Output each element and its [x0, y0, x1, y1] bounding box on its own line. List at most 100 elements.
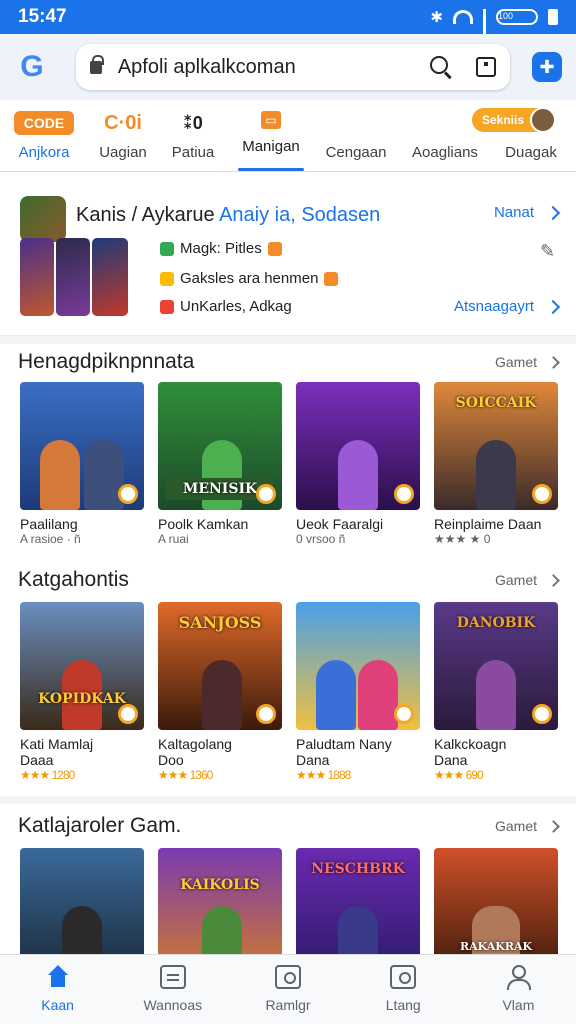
game-card[interactable]: Paludtam Nany Dana ★★★ 1888: [296, 602, 420, 783]
nav-item-4[interactable]: Ltang: [346, 955, 461, 1024]
pin-icon[interactable]: ✎: [540, 242, 558, 260]
tab-label: Aoaglians: [412, 144, 478, 161]
character-figure: [202, 660, 242, 730]
game-thumbnail: SOICCAIK: [434, 382, 558, 510]
game-thumbnail: NESCHBRK: [296, 848, 420, 954]
bluetooth-icon: ✱: [430, 9, 443, 26]
puzzle-icon[interactable]: ✚: [532, 52, 562, 82]
profile-chip-label: Sekniis: [481, 113, 524, 127]
game-name-line2: Dana: [296, 752, 330, 768]
game-section-2: Katgahontis Gamet KOPIDKAK Kati Mamlaj D…: [0, 562, 576, 794]
game-thumbnail: SANJOSS: [158, 602, 282, 730]
featured-title: Kanis / Aykarue Anaiy ia, Sodasen: [76, 204, 380, 227]
game-banner: SOICCAIK: [455, 395, 537, 411]
nav-item-3[interactable]: Ramlgr: [230, 955, 345, 1024]
featured-card[interactable]: Kanis / Aykarue Anaiy ia, Sodasen Magk: …: [0, 182, 576, 336]
featured-next-link[interactable]: Nanat: [494, 204, 561, 221]
game-meta: 0 vrsoo ñ: [296, 532, 346, 546]
url-text[interactable]: Apfoli aplkalkcoman: [118, 56, 430, 79]
section-more-link[interactable]: Gamet: [494, 572, 560, 588]
game-thumbnail: DANOBIK: [434, 602, 558, 730]
featured-title-accent: Anaiy ia, Sodasen: [219, 204, 381, 226]
game-card[interactable]: Paalilang A rasioe · ñ: [20, 382, 144, 547]
tab-category-4[interactable]: ▭ Manigan: [240, 100, 302, 172]
tab-label: Manigan: [242, 138, 300, 155]
game-name: Paludtam Nany: [296, 736, 392, 752]
featured-detail-2: Gaksles ara henmen: [160, 270, 339, 287]
game-card[interactable]: DANOBIK Kalkckoagn Dana ★★★ 690: [434, 602, 558, 783]
game-thumbnail: KAIKOLIS: [158, 848, 282, 954]
google-logo-icon[interactable]: G: [14, 49, 50, 85]
game-thumbnail: KOPIDKAK: [20, 602, 144, 730]
section-more-label: Gamet: [494, 572, 537, 588]
signal-icon: [483, 9, 486, 52]
chevron-right-icon: [545, 205, 561, 220]
featured-detail-text: Magk: Pitles: [180, 240, 262, 257]
coin-icon: [118, 704, 138, 724]
game-thumbnail: [20, 848, 144, 954]
tab-category-3[interactable]: ⁑0 Patiua: [168, 100, 218, 172]
featured-detail-3: UnKarles, Adkag: [160, 298, 292, 315]
tab-category-5[interactable]: Cengaan: [325, 100, 387, 172]
game-card[interactable]: Ueok Faaralgi 0 vrsoo ñ: [296, 382, 420, 547]
game-rating: ★★★ 690: [434, 768, 558, 783]
section-more-label: Gamet: [494, 354, 537, 370]
chevron-right-icon: [547, 819, 560, 833]
nav-label: Kaan: [41, 997, 74, 1013]
tab-category-2[interactable]: C·0i Uagian: [96, 100, 150, 172]
coin-icon: [118, 484, 138, 504]
section-more-link[interactable]: Gamet: [494, 354, 560, 370]
game-thumbnail: [296, 602, 420, 730]
featured-more-link[interactable]: Atsnaagayrt: [454, 298, 561, 315]
check-icon: [160, 241, 174, 256]
avatar: [530, 107, 556, 133]
game-card[interactable]: KAIKOLIS: [158, 848, 282, 954]
nav-item-5[interactable]: Vlam: [461, 955, 576, 1024]
game-card[interactable]: NESCHBRK: [296, 848, 420, 954]
section-title: Henagdpiknpnnata: [18, 350, 195, 373]
tab-category-6[interactable]: Aoaglians: [412, 100, 478, 172]
section-more-link[interactable]: Gamet: [494, 818, 560, 834]
tab-label: Anjkora: [18, 144, 70, 161]
divider: [0, 796, 576, 804]
game-name: Poolk Kamkan: [158, 516, 249, 532]
character-figure: [476, 660, 516, 730]
section-title: Katgahontis: [18, 568, 129, 591]
bottom-navigation: Kaan Wannoas Ramlgr Ltang Vlam: [0, 954, 576, 1024]
game-rating: ★★★ 1888: [296, 768, 420, 783]
rating-stars: ★★★ 1888: [296, 768, 351, 782]
character-figure: [358, 660, 398, 730]
section-title: Katlajaroler Gam.: [18, 814, 182, 837]
game-banner: NESCHBRK: [311, 861, 405, 877]
bag-icon: [390, 965, 417, 989]
tag-icon: [267, 241, 282, 256]
game-rating: ★★★ 1360: [158, 768, 282, 783]
game-card[interactable]: MENISIK Poolk Kamkan A ruai: [158, 382, 282, 547]
game-card[interactable]: [20, 848, 144, 954]
divider: [0, 336, 576, 344]
game-banner: RAKAKRAK: [459, 940, 533, 953]
nav-label: Ltang: [385, 997, 421, 1013]
game-card[interactable]: RAKAKRAK: [434, 848, 558, 954]
tabs-icon[interactable]: [476, 57, 497, 77]
tab-label: Patiua: [171, 144, 215, 161]
character-figure: [338, 440, 378, 510]
profile-chip[interactable]: Sekniis: [471, 107, 556, 133]
tab-category-1[interactable]: CODE Anjkora: [13, 100, 75, 172]
character-figure: [40, 440, 80, 510]
search-icon[interactable]: [430, 56, 452, 78]
nav-home[interactable]: Kaan: [0, 955, 115, 1024]
tab-label: Cengaan: [325, 144, 387, 161]
featured-detail-text: UnKarles, Adkag: [180, 298, 292, 315]
game-card[interactable]: KOPIDKAK Kati Mamlaj Daaa ★★★ 1280: [20, 602, 144, 783]
address-bar[interactable]: Apfoli aplkalkcoman: [75, 44, 511, 90]
game-meta: ★★★ ★ 0: [434, 532, 491, 546]
nav-label: Wannoas: [143, 997, 203, 1013]
game-card[interactable]: SANJOSS Kaltagolang Doo ★★★ 1360: [158, 602, 282, 783]
section-more-label: Gamet: [494, 818, 537, 834]
game-card[interactable]: SOICCAIK Reinplaime Daan ★★★ ★ 0: [434, 382, 558, 547]
status-icons: ✱ 100: [430, 8, 558, 52]
nav-item-2[interactable]: Wannoas: [115, 955, 230, 1024]
tab-label: Duagak: [505, 144, 557, 161]
battery-pill-icon: 100: [496, 9, 538, 25]
